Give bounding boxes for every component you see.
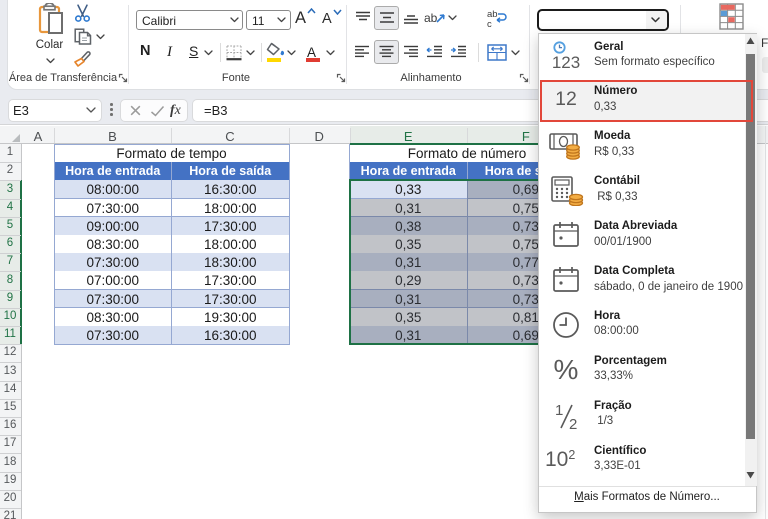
svg-text:2: 2 xyxy=(569,416,577,431)
svg-text:1: 1 xyxy=(555,402,563,419)
